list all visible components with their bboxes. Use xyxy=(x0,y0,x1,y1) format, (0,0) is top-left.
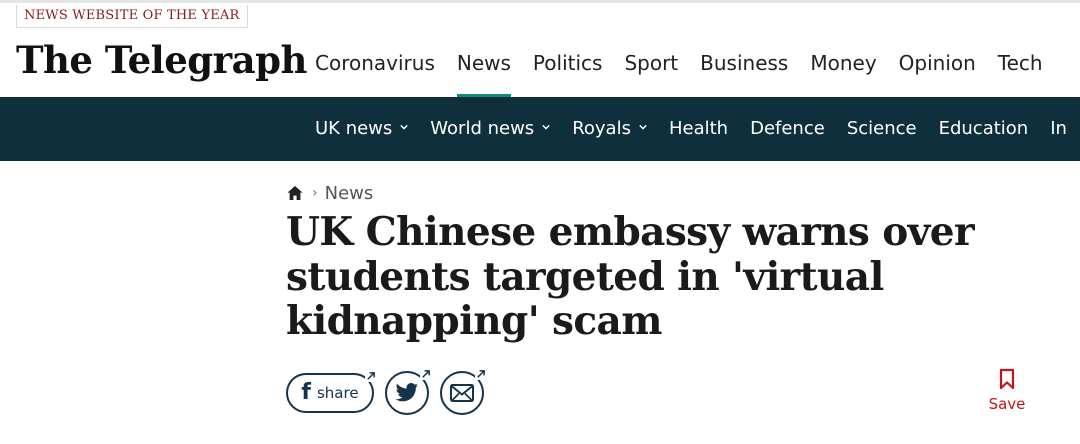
subnav-item-defence[interactable]: Defence xyxy=(739,97,836,161)
subnav-item-uk-news[interactable]: UK news xyxy=(304,97,419,161)
chevron-down-icon xyxy=(400,124,409,130)
subnav-item-world-news[interactable]: World news xyxy=(419,97,561,161)
breadcrumb-separator-icon: › xyxy=(312,185,318,201)
chevron-down-icon xyxy=(542,124,550,130)
subnav-item-royals[interactable]: Royals xyxy=(561,97,658,161)
external-link-icon xyxy=(475,369,486,380)
subnav-label: UK news xyxy=(315,118,393,139)
subnav-label: World news xyxy=(430,118,535,139)
breadcrumb-section[interactable]: News xyxy=(325,183,374,204)
subnav-item-science[interactable]: Science xyxy=(836,97,928,161)
bookmark-icon xyxy=(999,368,1015,390)
external-link-icon xyxy=(420,369,431,380)
nav-item-coronavirus[interactable]: Coronavirus xyxy=(304,40,446,98)
save-label: Save xyxy=(988,395,1026,413)
nav-item-opinion[interactable]: Opinion xyxy=(888,40,987,98)
article-headline: UK Chinese embassy warns over students t… xyxy=(286,209,975,344)
subnav-item-in[interactable]: In xyxy=(1039,97,1078,161)
nav-item-sport[interactable]: Sport xyxy=(613,40,689,98)
nav-item-business[interactable]: Business xyxy=(689,40,799,98)
nav-item-tech[interactable]: Tech xyxy=(987,40,1054,98)
chevron-down-icon xyxy=(639,124,647,130)
share-label: share xyxy=(316,384,359,402)
home-icon[interactable] xyxy=(286,184,304,202)
subnav-item-education[interactable]: Education xyxy=(928,97,1040,161)
facebook-share-button[interactable]: f share xyxy=(286,371,376,413)
subnav-label: Royals xyxy=(572,118,631,139)
nav-item-money[interactable]: Money xyxy=(799,40,887,98)
award-badge: NEWS WEBSITE OF THE YEAR xyxy=(16,5,248,28)
share-toolbar: f share xyxy=(286,369,495,416)
breadcrumb: › News xyxy=(286,180,373,206)
nav-item-news[interactable]: News xyxy=(446,40,522,99)
top-divider xyxy=(0,0,1080,3)
section-subnav-bar: UK news World news Royals Health Defence… xyxy=(0,97,1080,161)
subnav-item-health[interactable]: Health xyxy=(658,97,739,161)
section-subnav: UK news World news Royals Health Defence… xyxy=(304,97,1078,161)
nav-item-politics[interactable]: Politics xyxy=(522,40,614,98)
external-link-icon xyxy=(365,371,376,382)
twitter-icon xyxy=(395,383,418,402)
email-share-button[interactable] xyxy=(440,369,486,415)
site-logo[interactable]: The Telegraph xyxy=(16,36,307,84)
email-icon xyxy=(450,384,474,402)
twitter-share-button[interactable] xyxy=(385,369,431,415)
main-nav: Coronavirus News Politics Sport Business… xyxy=(304,40,1054,99)
facebook-icon: f xyxy=(301,380,311,405)
save-button[interactable]: Save xyxy=(985,368,1029,413)
